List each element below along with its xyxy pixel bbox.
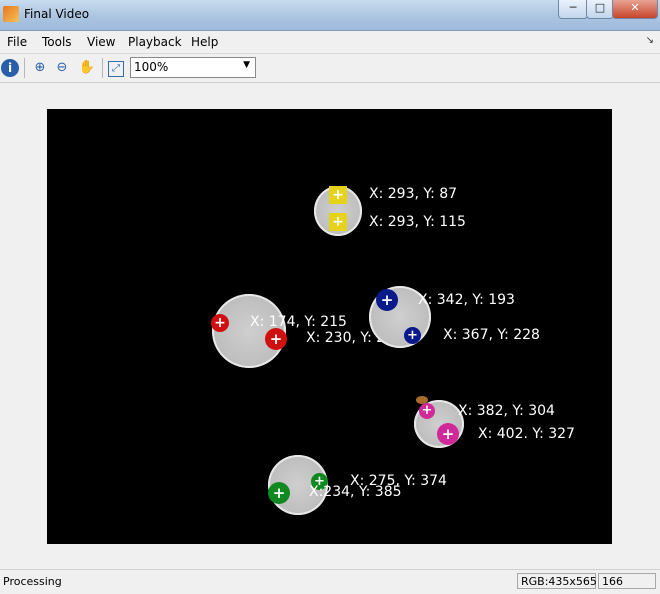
- menu-bar: File Tools View Playback Help ↘: [0, 31, 660, 54]
- zoom-in-icon[interactable]: ⊕: [31, 59, 49, 77]
- coordinate-label: X: 367, Y: 228: [443, 327, 540, 343]
- info-icon[interactable]: i: [1, 59, 19, 77]
- fit-to-window-icon[interactable]: ⤢: [108, 61, 124, 77]
- menu-tools[interactable]: Tools: [42, 35, 72, 49]
- zoom-out-icon[interactable]: ⊖: [53, 59, 71, 77]
- coordinate-label: X: 382, Y: 304: [458, 403, 555, 419]
- toolbar-separator: [24, 58, 25, 78]
- magenta-marker: +: [437, 423, 459, 445]
- red-marker: +: [265, 328, 287, 350]
- status-text: Processing: [3, 575, 62, 588]
- yellow-marker: +: [329, 213, 347, 231]
- coordinate-label: X: 293, Y: 115: [369, 214, 466, 230]
- app-window: Final Video ─ □ ✕ File Tools View Playba…: [0, 0, 660, 594]
- title-bar[interactable]: Final Video ─ □ ✕: [0, 0, 660, 31]
- maximize-button[interactable]: □: [586, 0, 614, 19]
- zoom-dropdown[interactable]: 100% ▼: [130, 57, 256, 78]
- toolbar-separator: [102, 58, 103, 78]
- menu-playback[interactable]: Playback: [128, 35, 182, 49]
- menu-file[interactable]: File: [7, 35, 27, 49]
- red-marker: +: [211, 314, 229, 332]
- coordinate-label: X: 174, Y: 215: [250, 314, 347, 330]
- menu-help[interactable]: Help: [191, 35, 218, 49]
- window-title: Final Video: [24, 7, 90, 21]
- video-frame[interactable]: + + X: 293, Y: 87 X: 293, Y: 115 + + X: …: [47, 109, 612, 544]
- close-button[interactable]: ✕: [612, 0, 658, 19]
- chevron-down-icon[interactable]: ▼: [243, 60, 250, 70]
- status-bar: Processing RGB:435x565 166: [0, 569, 660, 594]
- minimize-button[interactable]: ─: [558, 0, 588, 19]
- magenta-marker: +: [419, 403, 435, 419]
- coordinate-label: X: 342, Y: 193: [418, 292, 515, 308]
- blue-marker: +: [404, 327, 421, 344]
- dock-arrow-icon[interactable]: ↘: [646, 35, 654, 46]
- coordinate-label: X: 293, Y: 87: [369, 186, 458, 202]
- matlab-app-icon: [3, 6, 19, 22]
- zoom-value: 100%: [134, 60, 169, 74]
- toolbar: i ⊕ ⊖ ✋ ⤢: [0, 54, 660, 83]
- coordinate-label: X:234, Y: 385: [309, 484, 402, 500]
- pixel-value-readout: 166: [598, 573, 656, 589]
- coordinate-label: X: 402. Y: 327: [478, 426, 575, 442]
- green-marker: +: [268, 482, 290, 504]
- rgb-size-readout: RGB:435x565: [517, 573, 597, 589]
- pan-hand-icon[interactable]: ✋: [78, 59, 96, 77]
- menu-view[interactable]: View: [87, 35, 115, 49]
- yellow-marker: +: [329, 186, 347, 204]
- blue-marker: +: [376, 289, 398, 311]
